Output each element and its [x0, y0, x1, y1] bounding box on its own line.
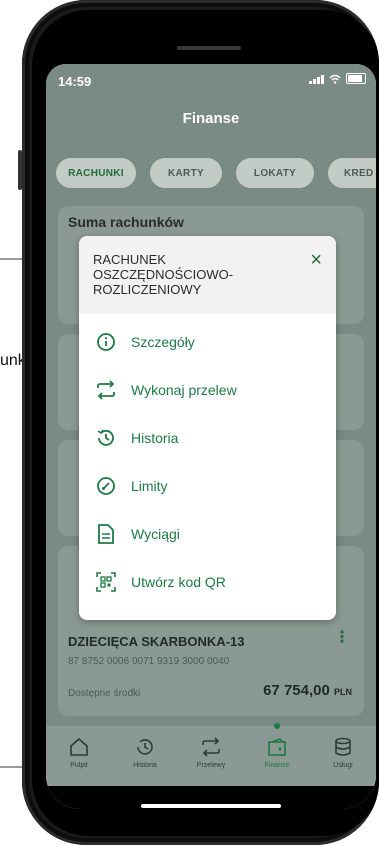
home-icon — [70, 737, 88, 756]
phone-bezel: 14:59 Finanse RACHUNKI KARTY LOKATY KRED… — [32, 10, 379, 836]
database-icon — [335, 737, 351, 756]
modal-title: RACHUNEK OSZCZĘDNOŚCIOWO-ROZLICZENIOWY — [93, 252, 234, 297]
modal-header: RACHUNEK OSZCZĘDNOŚCIOWO-ROZLICZENIOWY × — [79, 236, 336, 314]
active-indicator — [274, 723, 280, 729]
account-balance: 67 754,00 PLN — [263, 682, 352, 699]
menu-label-statements: Wyciągi — [131, 526, 180, 542]
balance-amount: 67 754,00 — [263, 682, 330, 699]
account-number: 87 8752 0006 0071 9319 3000 0040 — [68, 656, 230, 667]
status-time: 14:59 — [58, 74, 92, 89]
nav-przelewy[interactable]: Przelewy — [178, 726, 244, 786]
finance-icon — [268, 738, 286, 756]
tab-kredyty[interactable]: KRED — [328, 158, 376, 188]
menu-item-statements[interactable]: Wyciągi — [79, 510, 336, 558]
nav-uslugi[interactable]: Usługi — [310, 726, 376, 786]
document-icon — [95, 523, 117, 545]
menu-item-limits[interactable]: Limity — [79, 462, 336, 510]
status-icons — [309, 73, 366, 84]
account-actions-modal: RACHUNEK OSZCZĘDNOŚCIOWO-ROZLICZENIOWY ×… — [79, 236, 336, 620]
menu-label-history: Historia — [131, 430, 179, 446]
battery-icon — [346, 73, 366, 84]
phone-frame: 14:59 Finanse RACHUNKI KARTY LOKATY KRED… — [22, 0, 379, 845]
nav-label-przelewy: Przelewy — [196, 762, 226, 769]
nav-label-finanse: Finanse — [264, 762, 290, 769]
nav-label-uslugi: Usługi — [333, 762, 353, 769]
menu-label-limits: Limity — [131, 478, 168, 494]
home-indicator[interactable] — [141, 804, 281, 808]
nav-label-historia: Historia — [133, 762, 157, 769]
gauge-icon — [95, 475, 117, 497]
tab-karty[interactable]: KARTY — [150, 158, 222, 188]
menu-item-transfer[interactable]: Wykonaj przelew — [79, 366, 336, 414]
summary-title: Suma rachunków — [68, 214, 184, 230]
account-name: DZIECIĘCA SKARBONKA-13 — [68, 634, 245, 649]
transfer-icon — [202, 737, 220, 757]
account-card-skarbonka[interactable]: DZIECIĘCA SKARBONKA-13 ⋮ 87 8752 0006 00… — [58, 624, 364, 716]
info-icon — [95, 331, 117, 353]
wifi-icon — [329, 74, 341, 84]
menu-label-details: Szczegóły — [131, 334, 195, 350]
bottom-navigation: Pulpit Historia Przelewy Finanse Usługi — [46, 723, 376, 786]
tab-rachunki[interactable]: RACHUNKI — [56, 158, 136, 188]
menu-item-details[interactable]: Szczegóły — [79, 318, 336, 366]
app-header: Finanse — [46, 96, 376, 146]
tab-bar: RACHUNKI KARTY LOKATY KRED — [46, 146, 376, 204]
signal-icon — [309, 74, 324, 84]
nav-label-pulpit: Pulpit — [70, 762, 88, 769]
qr-code-icon — [95, 571, 117, 593]
close-icon[interactable]: × — [310, 250, 322, 270]
menu-label-transfer: Wykonaj przelew — [131, 382, 237, 398]
page-title: Finanse — [182, 110, 240, 127]
available-funds-label: Dostępne środki — [68, 688, 141, 699]
app-screen: 14:59 Finanse RACHUNKI KARTY LOKATY KRED… — [46, 64, 376, 809]
nav-pulpit[interactable]: Pulpit — [46, 726, 112, 786]
menu-item-history[interactable]: Historia — [79, 414, 336, 462]
phone-side-button — [18, 150, 22, 190]
nav-historia[interactable]: Historia — [112, 726, 178, 786]
more-options-icon[interactable]: ⋮ — [334, 630, 350, 646]
tab-lokaty[interactable]: LOKATY — [236, 158, 314, 188]
menu-item-qr[interactable]: Utwórz kod QR — [79, 558, 336, 606]
nav-finanse[interactable]: Finanse — [244, 723, 310, 786]
history-icon — [95, 427, 117, 449]
transfer-icon — [95, 379, 117, 401]
balance-currency: PLN — [334, 687, 352, 697]
menu-label-qr: Utwórz kod QR — [131, 574, 226, 590]
history-icon — [137, 739, 153, 755]
speaker-grill — [177, 46, 241, 50]
status-bar: 14:59 — [46, 64, 376, 96]
